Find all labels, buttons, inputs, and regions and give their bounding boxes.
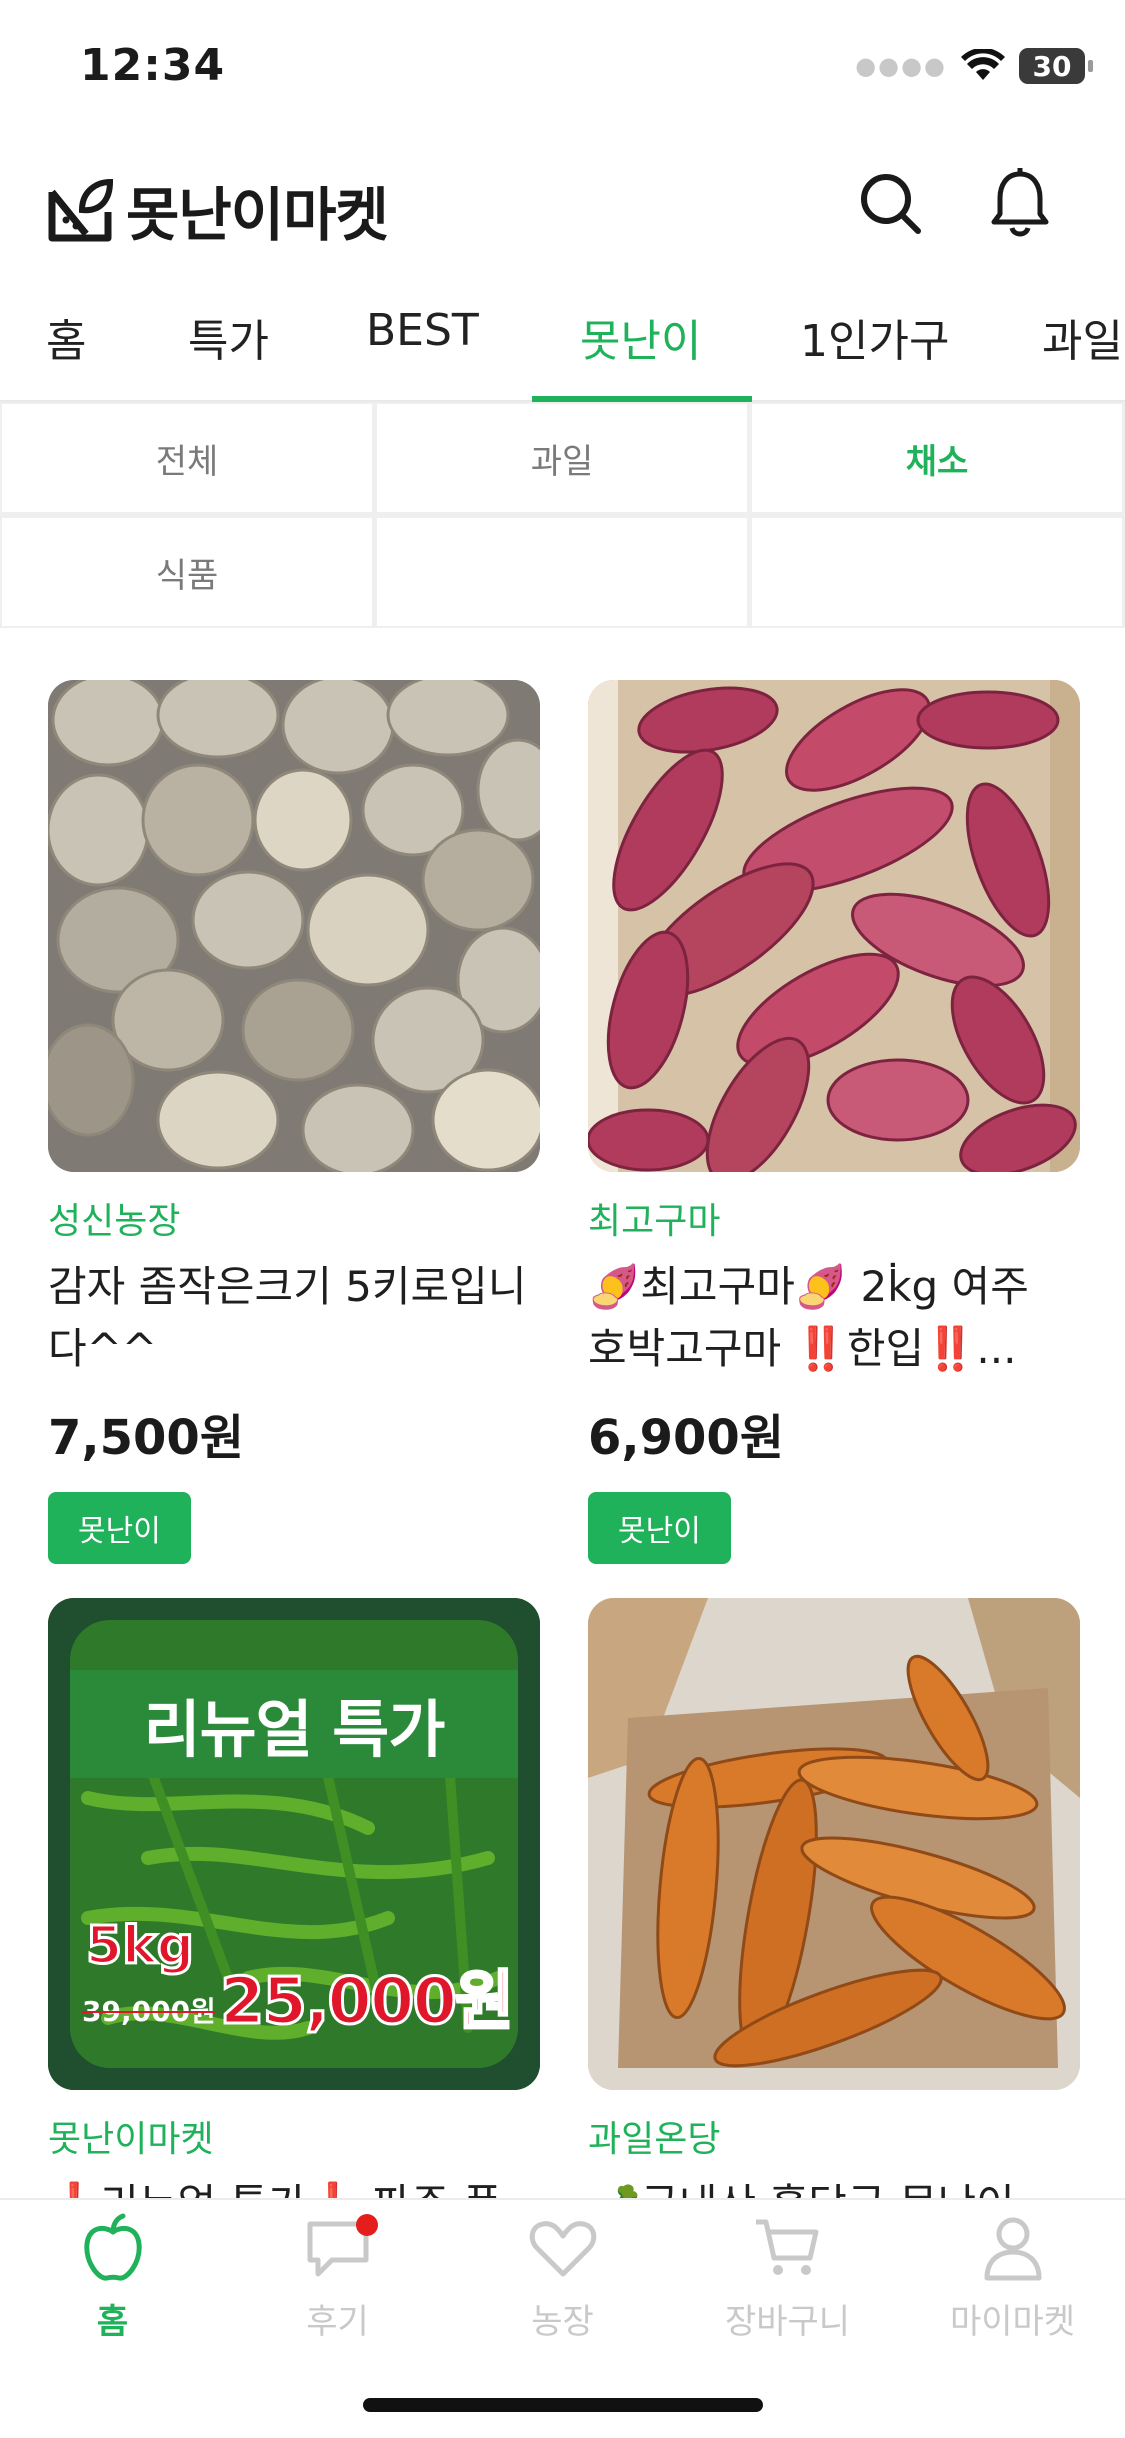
- product-badge: 못난이: [588, 1492, 731, 1564]
- leaf-logo-icon: [48, 178, 114, 242]
- tab-ugly[interactable]: 못난이: [580, 305, 701, 388]
- product-farm: 최고구마: [588, 1201, 721, 1242]
- nav-home-label: 홈: [96, 2302, 129, 2342]
- cart-icon: [755, 2219, 818, 2275]
- product-image-sweet-potatoes[interactable]: [588, 680, 1080, 1172]
- tab-best[interactable]: BEST: [366, 305, 479, 388]
- product-farm: 못난이마켓: [48, 2119, 214, 2160]
- product-name: 🍠최고구마🍠 2k̇g 여주 호박고구마 ‼️한입‼️...: [588, 1262, 1029, 1373]
- search-icon: [861, 174, 921, 234]
- promo-new-price: 25,000원: [219, 1964, 516, 2041]
- sweet-potatoes-illustration: [588, 680, 1080, 1172]
- status-time: 12:34: [80, 40, 226, 91]
- person-icon: [984, 2217, 1041, 2281]
- product-name: 감자 좀작은크기 5키로입니다^^: [48, 1262, 527, 1373]
- product-card[interactable]: 성신농장 감자 좀작은크기 5키로입니다^^ 7,500원 못난이: [48, 680, 540, 1564]
- nav-farm[interactable]: 농장: [450, 2212, 675, 2343]
- promo-old-price: 39,000원: [82, 1995, 216, 2028]
- cellular-signal-icon: ●●●●: [855, 52, 947, 80]
- home-indicator: [363, 2398, 763, 2412]
- product-farm: 과일온당: [588, 2119, 721, 2160]
- product-price: 7,500원: [48, 1410, 244, 1466]
- nav-my-market[interactable]: 마이마켓: [900, 2212, 1125, 2343]
- nav-reviews-label: 후기: [306, 2302, 369, 2342]
- carrots-illustration: [588, 1598, 1080, 2090]
- app-title: 못난이마켓: [126, 181, 389, 249]
- product-image-carrots[interactable]: [588, 1598, 1080, 2090]
- wifi-icon: [961, 49, 1005, 80]
- product-badge: 못난이: [48, 1492, 191, 1564]
- promo-banner: 리뉴얼 특가: [70, 1670, 518, 1778]
- tab-home[interactable]: 홈: [46, 305, 86, 388]
- nav-my-market-label: 마이마켓: [949, 2302, 1076, 2342]
- nav-farm-label: 농장: [531, 2302, 594, 2342]
- subcategory-empty-1: [377, 518, 747, 626]
- potatoes-illustration: [48, 680, 540, 1172]
- product-card[interactable]: 최고구마 🍠최고구마🍠 2k̇g 여주 호박고구마 ‼️한입‼️... 6,90…: [588, 680, 1080, 1564]
- product-card[interactable]: 과일온당 🥕국내산 흙당근 못난이: [588, 1598, 1080, 2236]
- apple-icon: [83, 2213, 142, 2281]
- app-header: 못난이마켓: [0, 150, 1125, 260]
- product-farm: 성신농장: [48, 1201, 181, 1242]
- promo-weight: 5kg: [85, 1915, 196, 1978]
- search-button[interactable]: [855, 168, 925, 238]
- nav-cart[interactable]: 장바구니: [675, 2212, 900, 2343]
- subcategory-fruit[interactable]: 과일: [377, 404, 747, 512]
- subcategory-vegetable[interactable]: 채소: [752, 404, 1122, 512]
- nav-reviews[interactable]: 후기: [225, 2212, 450, 2343]
- product-image-potatoes[interactable]: [48, 680, 540, 1172]
- product-card[interactable]: 리뉴얼 특가 5kg 39,000원 25,000원 못난이마켓 ❗리뉴얼 특가…: [48, 1598, 540, 2236]
- app-logo[interactable]: 못난이마켓: [46, 168, 389, 252]
- subcategory-grid: 전체 과일 채소 식품: [0, 402, 1125, 628]
- promo-headline: 리뉴얼 특가: [143, 1693, 446, 1766]
- status-indicators: ●●●● 30: [855, 48, 1093, 84]
- tab-fruit[interactable]: 과일: [1042, 305, 1123, 388]
- notification-dot: [355, 2214, 378, 2236]
- status-bar: 12:34 ●●●● 30: [0, 0, 1125, 140]
- tab-single-household[interactable]: 1인가구: [800, 305, 949, 388]
- subcategory-food[interactable]: 식품: [2, 518, 372, 626]
- product-price: 6,900원: [588, 1410, 784, 1466]
- nav-home[interactable]: 홈: [0, 2212, 225, 2343]
- heart-icon: [529, 2221, 596, 2277]
- nav-cart-label: 장바구니: [724, 2302, 851, 2342]
- tab-special[interactable]: 특가: [188, 305, 269, 388]
- notification-button[interactable]: [985, 168, 1055, 238]
- product-image-green-peppers[interactable]: 리뉴얼 특가 5kg 39,000원 25,000원: [48, 1598, 540, 2090]
- battery-indicator: 30: [1019, 48, 1093, 84]
- subcategory-all[interactable]: 전체: [2, 404, 372, 512]
- category-tabs: 홈 특가 BEST 못난이 1인가구 과일: [0, 290, 1125, 402]
- bell-icon: [991, 168, 1049, 237]
- subcategory-empty-2: [752, 518, 1122, 626]
